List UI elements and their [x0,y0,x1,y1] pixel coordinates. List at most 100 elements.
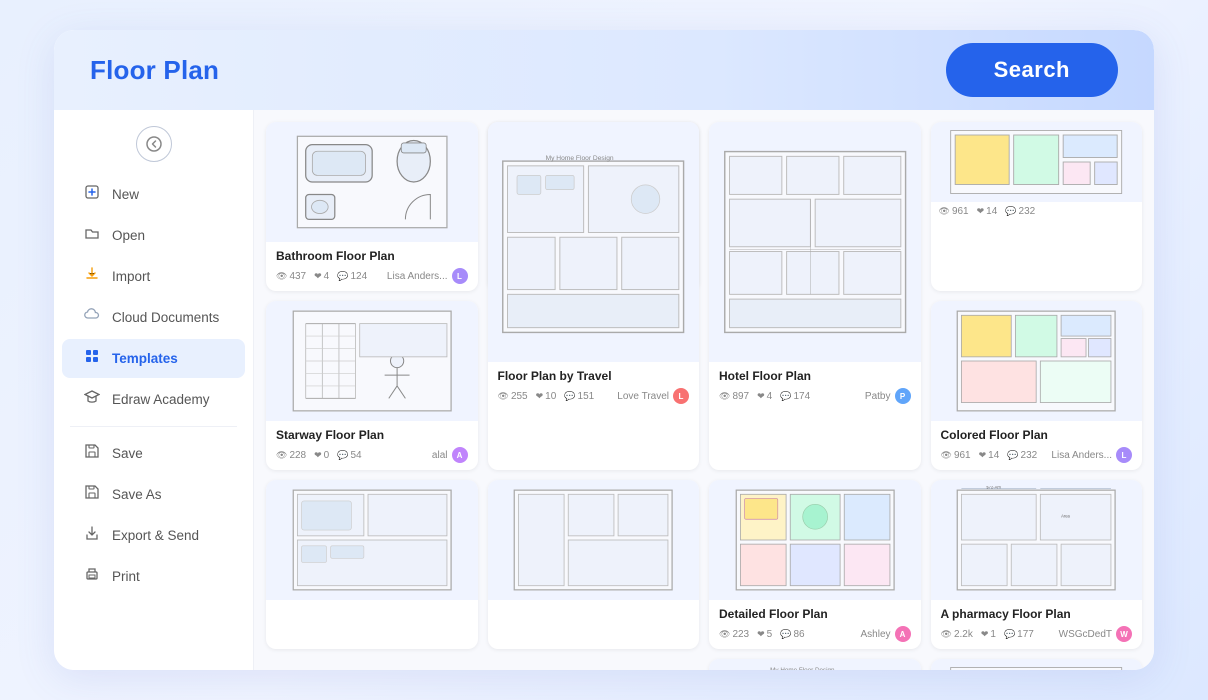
card-pharmacy[interactable]: $72-Am Area A pharmacy Floor Plan 👁 2.2k… [931,480,1143,649]
card-bottomright[interactable] [931,659,1143,670]
content-area: Bathroom Floor Plan 👁 437 ❤ 4 💬 124 Lisa… [254,110,1154,670]
svg-text:Area: Area [1061,514,1070,519]
author-avatar: L [452,268,468,284]
card-bathroom-author: Lisa Anders... L [387,268,468,284]
stat-views: 👁 897 [719,391,749,402]
stat-comments: 💬 177 [1004,629,1034,640]
card-colored-stats: 👁 961 ❤ 14 💬 232 [941,450,1038,461]
card-pharmacy-stats: 👁 2.2k ❤ 1 💬 177 [941,629,1034,640]
stat-likes: ❤ 10 [536,391,557,402]
card-myhome-bottom[interactable]: My Home Floor Design [709,659,921,670]
card-generic1-info [266,600,478,614]
stat-comments: 💬 86 [780,629,804,640]
card-travel-bottom[interactable] [488,480,700,649]
card-travel-bottom-info [488,600,700,620]
sidebar-item-templates[interactable]: Templates [62,339,245,378]
card-colored-image [931,301,1143,421]
stat-views: 👁 437 [276,271,306,282]
export-icon [82,525,102,546]
stat-views: 👁 255 [498,391,528,402]
card-colored-top[interactable]: 👁 961 ❤ 14 💬 232 [931,122,1143,291]
card-travel-bottom-image [488,480,700,600]
author-avatar: A [452,447,468,463]
sidebar-item-cloud[interactable]: Cloud Documents [62,298,245,337]
stat-views: 👁 961 [939,206,969,217]
sidebar-item-export-label: Export & Send [112,528,199,543]
author-avatar: A [895,626,911,642]
sidebar-item-save[interactable]: Save [62,434,245,473]
card-colored[interactable]: Colored Floor Plan 👁 961 ❤ 14 💬 232 Lisa… [931,301,1143,470]
card-hotel-title: Hotel Floor Plan [719,369,911,383]
card-hotel-author: Patby P [865,388,911,404]
card-hotel[interactable]: Hotel Floor Plan 👁 897 ❤ 4 💬 174 Patby P [709,122,921,470]
stat-likes: ❤ 14 [977,206,998,217]
stat-comments: 💬 151 [564,391,594,402]
open-icon [82,225,102,246]
card-stairway[interactable]: Starway Floor Plan 👁 228 ❤ 0 💬 54 alal A [266,301,478,470]
card-pharmacy-title: A pharmacy Floor Plan [941,607,1133,621]
sidebar-item-open-label: Open [112,228,145,243]
sidebar-item-saveas[interactable]: Save As [62,475,245,514]
card-stairway-image [266,301,478,421]
card-pharmacy-author: WSGcDedT W [1059,626,1132,642]
card-detailed[interactable]: Detailed Floor Plan 👁 223 ❤ 5 💬 86 Ashle… [709,480,921,649]
sidebar-item-import-label: Import [112,269,150,284]
stat-comments: 💬 232 [1007,450,1037,461]
card-bottomright-image [931,659,1143,670]
search-button[interactable]: Search [946,43,1118,97]
sidebar-divider [70,426,237,427]
main-body: New Open Import Cloud Documents [54,110,1154,670]
header: Floor Plan Search [54,30,1154,110]
sidebar-item-print[interactable]: Print [62,557,245,596]
card-bathroom-info: Bathroom Floor Plan 👁 437 ❤ 4 💬 124 Lisa… [266,242,478,291]
author-avatar: W [1116,626,1132,642]
card-detailed-stats: 👁 223 ❤ 5 💬 86 [719,629,805,640]
card-pharmacy-meta: 👁 2.2k ❤ 1 💬 177 WSGcDedT W [941,626,1133,642]
card-bathroom-stats: 👁 437 ❤ 4 💬 124 [276,271,367,282]
sidebar-item-new-label: New [112,187,139,202]
card-detailed-info: Detailed Floor Plan 👁 223 ❤ 5 💬 86 Ashle… [709,600,921,649]
sidebar-item-saveas-label: Save As [112,487,162,502]
card-generic1[interactable] [266,480,478,649]
sidebar-item-new[interactable]: New [62,175,245,214]
card-colored-top-info: 👁 961 ❤ 14 💬 232 [931,202,1143,221]
sidebar-item-cloud-label: Cloud Documents [112,310,219,325]
card-bathroom[interactable]: Bathroom Floor Plan 👁 437 ❤ 4 💬 124 Lisa… [266,122,478,291]
sidebar-item-export[interactable]: Export & Send [62,516,245,555]
card-hotel-info: Hotel Floor Plan 👁 897 ❤ 4 💬 174 Patby P [709,362,921,411]
templates-icon [82,348,102,369]
card-colored-meta: 👁 961 ❤ 14 💬 232 Lisa Anders... L [941,447,1133,463]
stat-likes: ❤ 1 [981,629,996,640]
saveas-icon [82,484,102,505]
card-travel-author: Love Travel L [617,388,689,404]
card-bathroom-meta: 👁 437 ❤ 4 💬 124 Lisa Anders... L [276,268,468,284]
card-bathroom-image [266,122,478,242]
sidebar-item-print-label: Print [112,569,140,584]
stat-views: 👁 223 [719,629,749,640]
sidebar-item-templates-label: Templates [112,351,178,366]
card-myhome-bottom-image: My Home Floor Design [709,659,921,670]
card-travel-title: Floor Plan by Travel [498,369,690,383]
cloud-icon [82,307,102,328]
stat-comments: 💬 124 [337,271,367,282]
back-button[interactable] [136,126,172,162]
template-grid: Bathroom Floor Plan 👁 437 ❤ 4 💬 124 Lisa… [266,122,1142,670]
card-travel[interactable]: My Home Floor Design [488,122,700,470]
card-stairway-stats: 👁 228 ❤ 0 💬 54 [276,450,362,461]
sidebar-item-save-label: Save [112,446,143,461]
stat-likes: ❤ 4 [314,271,329,282]
sidebar-item-open[interactable]: Open [62,216,245,255]
stat-likes: ❤ 0 [314,450,329,461]
stat-comments: 💬 54 [337,450,361,461]
card-pharmacy-info: A pharmacy Floor Plan 👁 2.2k ❤ 1 💬 177 W… [931,600,1143,649]
sidebar: New Open Import Cloud Documents [54,110,254,670]
card-colored-top-image [931,122,1143,202]
app-container: Floor Plan Search New Open [54,30,1154,670]
sidebar-item-import[interactable]: Import [62,257,245,296]
card-generic1-image [266,480,478,600]
stat-comments: 💬 174 [780,391,810,402]
sidebar-item-academy[interactable]: Edraw Academy [62,380,245,419]
card-stairway-author: alal A [432,447,468,463]
svg-text:$72-Am: $72-Am [986,486,1001,489]
stat-likes: ❤ 14 [979,450,1000,461]
